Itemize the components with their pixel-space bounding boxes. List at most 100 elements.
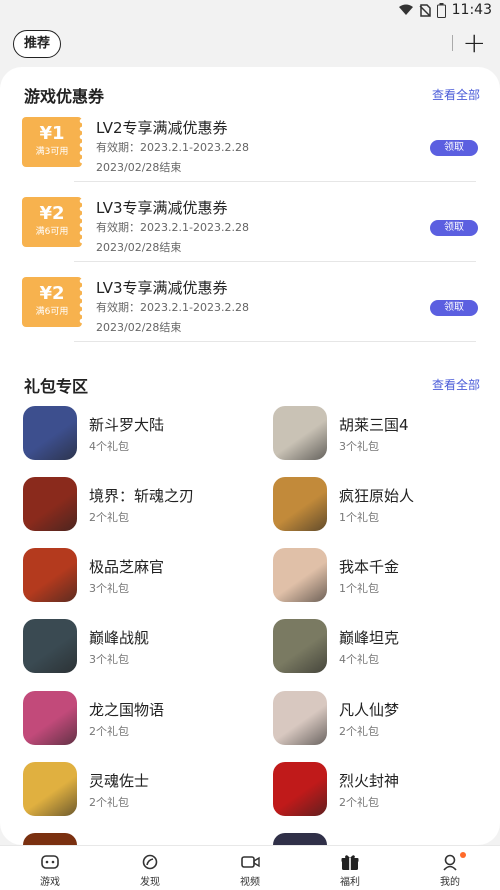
gift-item[interactable]: 灵魂佐士 2个礼包 — [23, 762, 253, 816]
divider — [74, 341, 476, 342]
gift-count: 4个礼包 — [89, 440, 129, 453]
game-icon — [273, 619, 327, 673]
gift-count: 2个礼包 — [89, 725, 129, 738]
coupon-validity: 有效期：2023.2.1-2023.2.28 — [96, 221, 249, 234]
coupon-title: LV2专享满减优惠券 — [96, 119, 228, 137]
coupon-item: ¥2 满6可用 LV3专享满减优惠券 有效期：2023.2.1-2023.2.2… — [22, 277, 478, 357]
notification-dot — [460, 852, 466, 858]
tab-discover[interactable]: 发现 — [100, 846, 200, 890]
gift-item[interactable]: 巅峰战舰 3个礼包 — [23, 619, 253, 673]
coupon-badge: ¥2 满6可用 — [22, 197, 86, 247]
gift-item[interactable] — [273, 833, 500, 845]
game-name: 胡莱三国4 — [339, 416, 409, 434]
tab-mine[interactable]: 我的 — [400, 846, 500, 890]
coupon-section-title: 游戏优惠券 — [24, 87, 105, 106]
game-icon — [273, 833, 327, 845]
coupon-badge: ¥2 满6可用 — [22, 277, 86, 327]
coupon-end-date: 2023/02/28结束 — [96, 321, 182, 334]
game-icon — [273, 548, 327, 602]
gift-item[interactable]: 巅峰坦克 4个礼包 — [273, 619, 500, 673]
game-name: 巅峰坦克 — [339, 629, 400, 647]
coupon-validity: 有效期：2023.2.1-2023.2.28 — [96, 301, 249, 314]
divider — [74, 261, 476, 262]
wifi-icon — [398, 4, 413, 16]
gift-count: 2个礼包 — [339, 796, 379, 809]
gift-item[interactable]: 龙之国物语 2个礼包 — [23, 691, 253, 745]
gift-item[interactable]: 我本千金 1个礼包 — [273, 548, 500, 602]
bottom-tab-bar: 游戏 发现 视频 福利 我的 — [0, 845, 500, 890]
game-icon — [23, 619, 77, 673]
coupon-item: ¥1 满3可用 LV2专享满减优惠券 有效期：2023.2.1-2023.2.2… — [22, 117, 478, 197]
game-name: 新斗罗大陆 — [89, 416, 165, 434]
battery-icon — [436, 2, 446, 18]
top-bar: 推荐 + — [0, 28, 500, 60]
coupon-condition: 满6可用 — [35, 307, 69, 317]
claim-button[interactable]: 领取 — [430, 300, 478, 316]
gift-item[interactable]: 胡莱三国4 3个礼包 — [273, 406, 500, 460]
coupon-badge: ¥1 满3可用 — [22, 117, 86, 167]
gift-item[interactable]: 境界：斩魂之刃 2个礼包 — [23, 477, 253, 531]
coupon-condition: 满3可用 — [35, 147, 69, 157]
game-name: 我本千金 — [339, 558, 400, 576]
gift-item[interactable]: 烈火封神 2个礼包 — [273, 762, 500, 816]
tab-label: 我的 — [440, 877, 460, 888]
tab-video[interactable]: 视频 — [200, 846, 300, 890]
game-icon — [273, 691, 327, 745]
tab-label: 视频 — [240, 877, 260, 888]
claim-button[interactable]: 领取 — [430, 220, 478, 236]
tab-welfare[interactable]: 福利 — [300, 846, 400, 890]
game-name: 烈火封神 — [339, 772, 400, 790]
user-icon — [440, 853, 460, 871]
claim-button[interactable]: 领取 — [430, 140, 478, 156]
tab-label: 游戏 — [40, 877, 60, 888]
gift-count: 3个礼包 — [89, 582, 129, 595]
game-name: 灵魂佐士 — [89, 772, 150, 790]
welfare-card: 游戏优惠券 查看全部 ¥1 满3可用 LV2专享满减优惠券 有效期：2023.2… — [0, 67, 500, 845]
coupon-amount: ¥2 — [39, 283, 65, 304]
coupon-end-date: 2023/02/28结束 — [96, 161, 182, 174]
gift-count: 1个礼包 — [339, 511, 379, 524]
game-icon — [23, 691, 77, 745]
tab-label: 发现 — [140, 877, 160, 888]
gamepad-icon — [40, 853, 60, 871]
gift-item[interactable]: 新斗罗大陆 4个礼包 — [23, 406, 253, 460]
recommend-tab-button[interactable]: 推荐 — [13, 30, 62, 58]
game-icon — [273, 406, 327, 460]
tab-label: 福利 — [340, 877, 360, 888]
coupon-view-all-link[interactable]: 查看全部 — [432, 86, 480, 103]
gift-count: 2个礼包 — [89, 796, 129, 809]
game-name: 龙之国物语 — [89, 701, 165, 719]
gift-count: 3个礼包 — [339, 440, 379, 453]
divider — [451, 35, 453, 51]
plus-icon[interactable]: + — [463, 28, 486, 58]
coupon-amount: ¥1 — [39, 123, 65, 144]
gift-count: 2个礼包 — [89, 511, 129, 524]
game-icon — [23, 477, 77, 531]
status-bar: 11:43 — [0, 0, 500, 22]
game-icon — [23, 833, 77, 845]
gift-count: 1个礼包 — [339, 582, 379, 595]
gift-item[interactable]: 凡人仙梦 2个礼包 — [273, 691, 500, 745]
gift-item[interactable]: 疯狂原始人 1个礼包 — [273, 477, 500, 531]
gift-icon — [340, 853, 360, 871]
gift-count: 3个礼包 — [89, 653, 129, 666]
gift-section-title: 礼包专区 — [24, 377, 89, 396]
add-area: + — [451, 28, 486, 58]
gift-view-all-link[interactable]: 查看全部 — [432, 376, 480, 393]
game-icon — [23, 762, 77, 816]
coupon-title: LV3专享满减优惠券 — [96, 279, 228, 297]
coupon-end-date: 2023/02/28结束 — [96, 241, 182, 254]
gift-item[interactable] — [23, 833, 253, 845]
coupon-title: LV3专享满减优惠券 — [96, 199, 228, 217]
game-name: 疯狂原始人 — [339, 487, 415, 505]
compass-icon — [140, 853, 160, 871]
tab-games[interactable]: 游戏 — [0, 846, 100, 890]
gift-count: 2个礼包 — [339, 725, 379, 738]
gift-item[interactable]: 极品芝麻官 3个礼包 — [23, 548, 253, 602]
game-name: 境界：斩魂之刃 — [89, 487, 195, 505]
coupon-amount: ¥2 — [39, 203, 65, 224]
coupon-condition: 满6可用 — [35, 227, 69, 237]
clock-time: 11:43 — [451, 2, 492, 18]
gift-count: 4个礼包 — [339, 653, 379, 666]
game-name: 巅峰战舰 — [89, 629, 150, 647]
